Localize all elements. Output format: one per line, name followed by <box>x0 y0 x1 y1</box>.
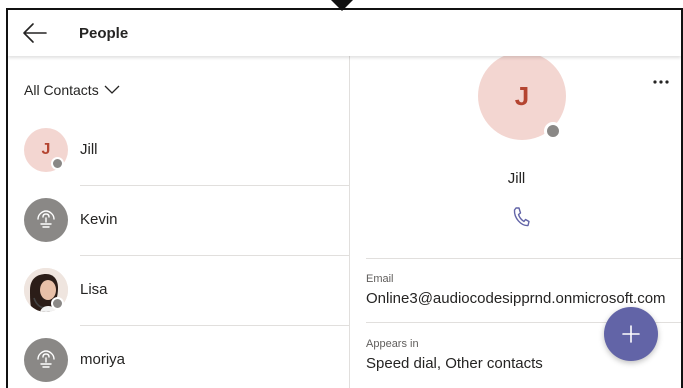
email-label: Email <box>366 273 394 285</box>
handset-icon <box>37 350 55 368</box>
add-contact-button[interactable] <box>604 307 658 361</box>
filter-label: All Contacts <box>24 82 99 98</box>
avatar <box>24 198 68 242</box>
contact-name: Kevin <box>80 211 118 228</box>
chevron-down-icon <box>104 85 120 94</box>
contact-name: Jill <box>80 141 98 158</box>
page-title: People <box>79 25 129 42</box>
appears-in-label: Appears in <box>366 338 419 350</box>
more-options-button[interactable] <box>653 72 669 90</box>
presence-offline-icon <box>51 297 64 310</box>
handset-icon <box>37 210 55 228</box>
more-options-icon <box>653 80 669 84</box>
avatar-initial: J <box>41 141 51 158</box>
header-bar: People <box>8 10 681 56</box>
contact-name: moriya <box>80 351 126 368</box>
divider <box>366 258 681 259</box>
email-value[interactable]: Online3@audiocodesipprnd.onmicrosoft.com <box>366 290 666 307</box>
back-button[interactable] <box>22 21 48 45</box>
plus-icon <box>622 325 640 343</box>
detail-name: Jill <box>507 170 526 187</box>
detail-avatar-initial: J <box>514 80 530 111</box>
app-window: People All Contacts J Jill Kevin Lisa mo… <box>6 8 683 388</box>
back-arrow-icon <box>23 23 47 43</box>
contacts-list-pane: All Contacts J Jill Kevin Lisa moriya <box>8 56 350 388</box>
contact-name: Lisa <box>80 281 108 298</box>
phone-icon <box>513 207 530 227</box>
contact-item-kevin[interactable]: Kevin <box>8 186 350 256</box>
top-pointer-indicator <box>331 0 353 11</box>
contacts-filter-dropdown[interactable]: All Contacts <box>24 82 120 98</box>
presence-offline-icon <box>544 122 562 140</box>
contact-item-moriya[interactable]: moriya <box>8 326 350 388</box>
contact-item-jill[interactable]: J Jill <box>8 116 350 186</box>
presence-offline-icon <box>51 157 64 170</box>
avatar <box>24 338 68 382</box>
appears-in-value: Speed dial, Other contacts <box>366 355 543 372</box>
call-button[interactable] <box>512 206 530 228</box>
contact-item-lisa[interactable]: Lisa <box>8 256 350 326</box>
